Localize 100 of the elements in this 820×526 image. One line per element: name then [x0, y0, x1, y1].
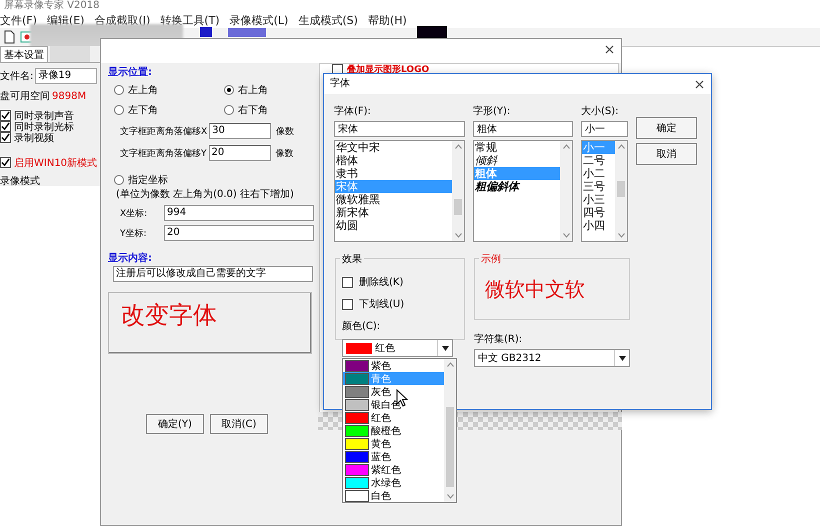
radio-label: 指定坐标 [128, 174, 168, 187]
menu-item[interactable]: 帮助(H) [368, 12, 407, 28]
checkbox[interactable] [0, 157, 11, 168]
option-label: 同时录制声音 [14, 110, 74, 122]
offset-field[interactable]: 20 [208, 145, 270, 161]
field-label: 字形(Y): [473, 104, 512, 118]
radio-button[interactable] [224, 85, 234, 95]
scrollbar[interactable] [560, 141, 572, 241]
section-heading: 显示位置: [108, 66, 153, 79]
menu-item[interactable]: 编辑(E) [46, 12, 84, 28]
scroll-down-icon[interactable] [446, 494, 454, 499]
offset-field[interactable]: 30 [209, 123, 272, 139]
text-field[interactable]: 注册后可以修改成自己需要的文字 [113, 266, 313, 282]
radio-button[interactable] [114, 85, 124, 95]
color-option[interactable]: 紫色 [343, 359, 444, 372]
option-label: 叠加显示图形LOGO [347, 63, 430, 76]
dialog-button[interactable]: 取消 [636, 143, 697, 165]
text-field[interactable]: 小一 [581, 121, 628, 137]
list-item[interactable]: 小二 [582, 167, 615, 180]
menu-item[interactable]: 合成截取(J) [94, 12, 150, 28]
text-field[interactable]: 粗体 [473, 121, 573, 137]
list-item[interactable]: 小三 [582, 193, 615, 206]
scroll-down-icon[interactable] [454, 233, 462, 238]
scroll-up-icon[interactable] [562, 144, 570, 149]
dropdown-arrow-icon[interactable] [618, 356, 626, 360]
checkbox[interactable] [0, 121, 11, 132]
color-option[interactable]: 水绿色 [343, 476, 444, 489]
field-label: 文字框距离角落偏移Y [120, 148, 206, 160]
checkbox[interactable] [0, 110, 11, 121]
radio-label: 左上角 [128, 84, 158, 97]
field-label: 文字框距离角落偏移X [120, 126, 208, 138]
charset-dropdown[interactable]: 中文 GB2312 [474, 349, 630, 367]
menu-item[interactable]: 转换工具(T) [160, 12, 220, 28]
tab[interactable]: 基本设置 [0, 46, 48, 62]
field-label: 文件名: [0, 70, 34, 83]
scroll-up-icon[interactable] [446, 362, 454, 367]
list-item[interactable]: 小四 [582, 219, 615, 232]
color-option[interactable]: 灰色 [343, 385, 444, 398]
field-label: 大小(S): [581, 104, 620, 118]
list-item[interactable]: 楷体 [335, 154, 452, 167]
scroll-down-icon[interactable] [618, 233, 624, 238]
scroll-up-icon[interactable] [618, 144, 624, 149]
text-field[interactable]: 宋体 [334, 121, 465, 137]
color-option[interactable]: 黄色 [343, 437, 444, 450]
dialog-button[interactable]: 取消(C) [210, 414, 268, 434]
list-item[interactable]: 微软雅黑 [335, 193, 452, 206]
radio-label: 右上角 [238, 84, 268, 97]
coordinate-field[interactable]: 994 [164, 205, 314, 221]
list-item[interactable]: 新宋体 [335, 206, 452, 219]
color-option[interactable]: 白色 [343, 489, 444, 502]
menu-item[interactable]: 生成模式(S) [298, 12, 358, 28]
list-item[interactable]: 四号 [582, 206, 615, 219]
field-label: 盘可用空间 [0, 90, 50, 103]
field-label: 颜色(C): [342, 320, 382, 333]
close-icon[interactable] [605, 45, 614, 54]
list-item[interactable]: 粗偏斜体 [474, 180, 560, 193]
scrollbar[interactable] [452, 141, 464, 241]
color-option[interactable]: 酸橙色 [343, 424, 444, 437]
new-file-icon[interactable] [2, 30, 16, 44]
list-item[interactable]: 倾斜 [474, 154, 560, 167]
radio-button[interactable] [114, 105, 124, 115]
scroll-thumb[interactable] [454, 199, 462, 215]
color-option[interactable]: 紫红色 [343, 463, 444, 476]
field-label: X坐标: [120, 208, 148, 220]
scroll-down-icon[interactable] [562, 233, 570, 238]
option-label: 录制视频 [14, 132, 54, 144]
radio-button[interactable] [224, 105, 234, 115]
list-item[interactable]: 幼圆 [335, 219, 452, 232]
scroll-thumb[interactable] [617, 181, 625, 197]
toolbar-icon[interactable] [417, 26, 447, 39]
option-label: 同时录制光标 [14, 120, 74, 132]
list-item[interactable]: 华文中宋 [335, 141, 452, 154]
close-icon[interactable] [695, 80, 704, 89]
checkbox[interactable] [342, 298, 353, 310]
scroll-thumb[interactable] [446, 407, 454, 487]
menu-item[interactable]: 录像模式(L) [230, 12, 288, 28]
radio-label: 右下角 [238, 104, 268, 117]
sample-text: 微软中文软 [485, 276, 585, 302]
menu-item[interactable]: 文件(F) [0, 12, 37, 28]
scrollbar[interactable] [615, 141, 627, 241]
dialog-title: 字体 [330, 78, 350, 89]
checkbox[interactable] [0, 132, 11, 143]
radio-button[interactable] [114, 175, 124, 185]
list-item[interactable]: 二号 [582, 154, 615, 167]
disk-space-value: 9898M [52, 90, 86, 102]
scrollbar[interactable] [444, 359, 456, 502]
checkbox[interactable] [342, 276, 353, 288]
list-item[interactable]: 三号 [582, 180, 615, 193]
dialog-button[interactable]: 确定 [636, 117, 697, 139]
color-dropdown[interactable]: 红色 [342, 339, 453, 357]
dropdown-arrow-icon[interactable] [442, 346, 448, 350]
color-option[interactable]: 蓝色 [343, 450, 444, 463]
field-label: Y坐标: [120, 228, 148, 240]
scroll-up-icon[interactable] [454, 144, 462, 149]
color-option[interactable]: 红色 [343, 411, 444, 424]
coordinate-field[interactable]: 20 [164, 225, 314, 241]
dialog-button[interactable]: 确定(Y) [146, 414, 204, 434]
list-item[interactable]: 隶书 [335, 167, 452, 180]
list-item[interactable]: 常规 [474, 141, 560, 154]
file-name-field[interactable]: 录像19 [35, 68, 98, 84]
